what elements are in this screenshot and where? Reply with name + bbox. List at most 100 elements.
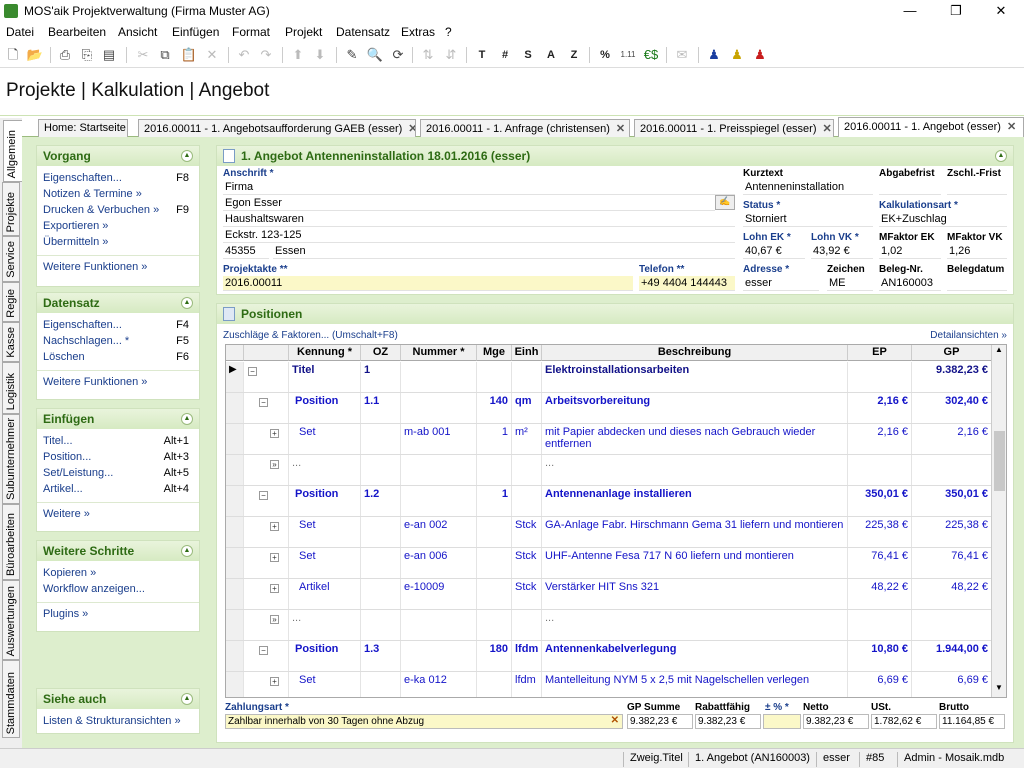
cell-ep[interactable]: 48,22 € [848, 579, 912, 609]
insert-artikel-button[interactable]: A [542, 46, 560, 64]
cell-oz[interactable]: 1.2 [361, 486, 401, 516]
open-icon[interactable]: 📂 [26, 46, 44, 64]
cell-kennung[interactable]: Position [289, 486, 361, 516]
scroll-up-icon[interactable]: ▲ [992, 345, 1006, 359]
cell-nummer[interactable]: m-ab 001 [401, 424, 477, 454]
collapse-node-icon[interactable]: − [248, 367, 257, 376]
cell-mge[interactable]: 1 [477, 486, 512, 516]
cell-mge[interactable] [477, 517, 512, 547]
find-icon[interactable]: 🔍 [366, 46, 384, 64]
collapse-node-icon[interactable]: − [259, 491, 268, 500]
link-workflow[interactable]: Workflow anzeigen... [37, 582, 199, 598]
cell-ep[interactable]: 76,41 € [848, 548, 912, 578]
cell-ep[interactable] [848, 455, 912, 485]
cell-mge[interactable] [477, 548, 512, 578]
cell-einh[interactable]: Stck [512, 548, 542, 578]
signature-icon[interactable]: ✍ [715, 195, 735, 210]
row-selector[interactable] [226, 517, 244, 547]
cell-gp[interactable]: 1.944,00 € [912, 641, 992, 671]
grid-scrollbar[interactable]: ▲ ▼ [991, 345, 1006, 697]
side-tab-service[interactable]: Service [2, 236, 20, 282]
cell-kennung[interactable]: Position [289, 641, 361, 671]
cell-oz[interactable]: 1 [361, 362, 401, 392]
table-row[interactable]: »...... [226, 455, 992, 486]
delete-icon[interactable]: ✕ [203, 46, 221, 64]
row-selector[interactable] [226, 579, 244, 609]
link-kopieren[interactable]: Kopieren » [37, 566, 199, 582]
link-set-leistung[interactable]: Set/Leistung... Alt+5 [37, 466, 199, 482]
cell-einh[interactable]: lfdm [512, 672, 542, 697]
zahlungsart-field[interactable]: Zahlbar innerhalb von 30 Tagen ohne Abzu… [225, 714, 623, 729]
anschrift-line-1[interactable]: Firma [223, 180, 735, 195]
row-selector[interactable] [226, 486, 244, 516]
cell-mge[interactable] [477, 362, 512, 392]
maximize-button[interactable]: ❐ [933, 0, 979, 22]
user-yellow-icon[interactable]: ♟ [728, 46, 746, 64]
cell-gp[interactable]: 76,41 € [912, 548, 992, 578]
collapse-icon[interactable]: ▲ [181, 297, 193, 309]
export-icon[interactable]: ▤ [100, 46, 118, 64]
cell-kennung[interactable]: Set [289, 424, 361, 454]
cell-gp[interactable]: 350,01 € [912, 486, 992, 516]
cell-einh[interactable]: Stck [512, 517, 542, 547]
redo-icon[interactable]: ↷ [257, 46, 275, 64]
col-nummer[interactable]: Nummer * [401, 345, 477, 361]
undo-icon[interactable]: ↶ [235, 46, 253, 64]
cell-beschreibung[interactable]: Mantelleitung NYM 5 x 2,5 mit Nagelschel… [542, 672, 848, 697]
cell-kennung[interactable]: Set [289, 672, 361, 697]
cell-nummer[interactable] [401, 486, 477, 516]
cell-kennung[interactable]: Artikel [289, 579, 361, 609]
menu-format[interactable]: Format [232, 25, 270, 39]
cell-einh[interactable] [512, 610, 542, 640]
row-selector[interactable]: ▶ [226, 362, 244, 392]
zuschlaege-link[interactable]: Zuschläge & Faktoren... (Umschalt+F8) [223, 330, 398, 341]
side-tab-stammdaten[interactable]: Stammdaten [2, 660, 20, 738]
table-row[interactable]: + Set e-an 002 Stck GA-Anlage Fabr. Hirschma… [226, 517, 992, 548]
side-tab-logistik[interactable]: Logistik [2, 362, 20, 414]
cell-oz[interactable] [361, 455, 401, 485]
row-selector[interactable] [226, 610, 244, 640]
tab-angebot[interactable]: 2016.00011 - 1. Angebot (esser) ✕ [838, 117, 1024, 137]
table-row[interactable]: − Position 1.3 180 lfdm Antennenkabelverlegun… [226, 641, 992, 672]
close-tab-icon[interactable]: ✕ [823, 123, 832, 135]
side-tab-allgemein[interactable]: Allgemein [3, 120, 22, 182]
cell-beschreibung[interactable]: ... [542, 455, 848, 485]
cell-kennung[interactable]: Set [289, 548, 361, 578]
col-einh[interactable]: Einh [512, 345, 542, 361]
menu-ansicht[interactable]: Ansicht [118, 25, 157, 39]
print-icon[interactable]: ⎙ [56, 46, 74, 64]
col-mge[interactable]: Mge [477, 345, 512, 361]
cell-nummer[interactable] [401, 610, 477, 640]
table-row[interactable]: + Artikel e-10009 Stck Verstärker HIT Sns 32… [226, 579, 992, 610]
percent-field[interactable] [763, 714, 801, 729]
col-gp[interactable]: GP [912, 345, 992, 361]
scroll-thumb[interactable] [994, 431, 1005, 491]
cell-oz[interactable] [361, 672, 401, 697]
cell-ep[interactable]: 2,16 € [848, 393, 912, 423]
cell-nummer[interactable] [401, 362, 477, 392]
cell-ep[interactable]: 2,16 € [848, 424, 912, 454]
sort-desc-icon[interactable]: ⇵ [442, 46, 460, 64]
link-exportieren[interactable]: Exportieren » [37, 219, 199, 235]
link-weitere-funktionen[interactable]: Weitere Funktionen » [37, 260, 199, 276]
row-selector[interactable] [226, 455, 244, 485]
cell-oz[interactable] [361, 579, 401, 609]
cell-mge[interactable]: 180 [477, 641, 512, 671]
cell-beschreibung[interactable]: ... [542, 610, 848, 640]
collapse-icon[interactable]: ▲ [181, 413, 193, 425]
telefon-field[interactable]: +49 4404 144443 [639, 276, 735, 291]
side-tab-subunternehmer[interactable]: Subunternehmer [2, 414, 20, 504]
anschrift-line-3[interactable]: Haushaltswaren [223, 212, 735, 227]
anschrift-line-2[interactable]: Egon Esser [223, 196, 715, 211]
user-blue-icon[interactable]: ♟ [705, 46, 723, 64]
disabled-tool-icon[interactable]: ✉ [673, 46, 691, 64]
expand-node-icon[interactable]: + [270, 522, 279, 531]
cell-einh[interactable] [512, 362, 542, 392]
table-row[interactable]: + Set m-ab 001 1 m² mit Papier abdecken und d… [226, 424, 992, 455]
close-tab-icon[interactable]: ✕ [408, 123, 415, 135]
insert-position-button[interactable]: # [496, 46, 514, 64]
cell-gp[interactable] [912, 455, 992, 485]
projektakte-field[interactable]: 2016.00011 [223, 276, 633, 291]
table-row[interactable]: − Position 1.2 1 Antennenanlage installieren… [226, 486, 992, 517]
link-position[interactable]: Position... Alt+3 [37, 450, 199, 466]
